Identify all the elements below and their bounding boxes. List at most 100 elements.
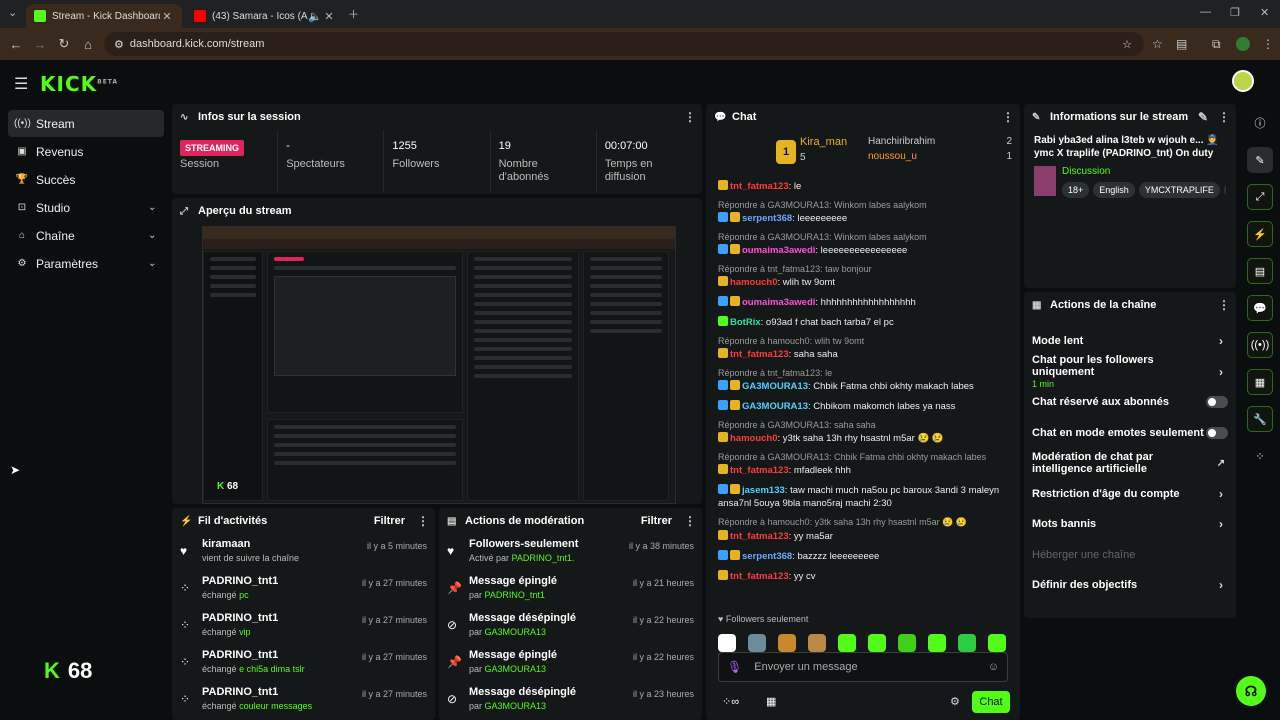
- action-followers-only[interactable]: Chat pour les followers uniquement 1 min ›: [1024, 354, 1236, 389]
- close-tab-icon[interactable]: ✕: [160, 10, 174, 23]
- chat-message[interactable]: Répondre à GA3MOURA13: Winkom labes aaly…: [718, 200, 1016, 225]
- chat-message[interactable]: BotRix: o93ad f chat bach tarba7 el pc: [718, 316, 1016, 329]
- emote[interactable]: [988, 634, 1006, 652]
- more-options-icon[interactable]: ⋮: [1218, 298, 1230, 312]
- chat-message-input[interactable]: 🎙 Envoyer un message ☺: [718, 652, 1008, 682]
- more-options-icon[interactable]: ⋮: [684, 514, 696, 528]
- chat-message[interactable]: Répondre à GA3MOURA13: Chbik Fatma chbi …: [718, 452, 1016, 477]
- chat-username[interactable]: BotRix: [730, 317, 761, 328]
- tag[interactable]: YMCXTRAPLIFE: [1138, 182, 1220, 198]
- chat-username[interactable]: tnt_fatma123: [730, 571, 789, 582]
- emote[interactable]: [868, 634, 886, 652]
- chat-settings-icon[interactable]: ⚙: [950, 695, 960, 708]
- sidebar-item-chaine[interactable]: ⌂ Chaîne ⌄: [8, 222, 164, 249]
- chat-username[interactable]: hamouch0: [730, 433, 778, 444]
- close-tab-icon[interactable]: ✕: [322, 10, 336, 23]
- emote[interactable]: [898, 634, 916, 652]
- emote[interactable]: [958, 634, 976, 652]
- info-icon[interactable]: ⓘ: [1247, 110, 1273, 136]
- browser-menu-icon[interactable]: ⋮: [1262, 37, 1274, 51]
- more-options-icon[interactable]: ⋮: [1218, 110, 1230, 124]
- chat-username[interactable]: oumaima3awedi: [742, 297, 815, 308]
- edit-stream-icon[interactable]: ✎: [1247, 147, 1273, 173]
- sidebar-item-studio[interactable]: ⊡ Studio ⌄: [8, 194, 164, 221]
- more-options-icon[interactable]: ⋮: [1002, 110, 1014, 124]
- tab-search-icon[interactable]: ⌄: [8, 6, 17, 19]
- chat-message[interactable]: jasem133: taw machi much na5ou pc baroux…: [718, 484, 1016, 510]
- moderation-log-icon[interactable]: ▤: [1247, 258, 1273, 284]
- user-avatar[interactable]: [1232, 70, 1254, 92]
- more-options-icon[interactable]: ⋮: [684, 110, 696, 124]
- gifter-name[interactable]: Hanchiribrahim: [868, 136, 1006, 147]
- emote[interactable]: [808, 634, 826, 652]
- reload-icon[interactable]: ↻: [52, 36, 76, 52]
- send-chat-button[interactable]: Chat: [972, 691, 1010, 713]
- browser-tab-kick[interactable]: Stream - Kick Dashboard ✕: [26, 4, 182, 28]
- points-icon[interactable]: ⁘: [1247, 443, 1273, 469]
- reading-list-icon[interactable]: ▤: [1176, 37, 1187, 51]
- chat-username[interactable]: tnt_fatma123: [730, 181, 789, 192]
- edit-icon[interactable]: ✎: [1198, 110, 1208, 124]
- top-gifter-name[interactable]: Kira_man: [800, 136, 862, 148]
- chat-message[interactable]: Répondre à tnt_fatma123: le GA3MOURA13: C…: [718, 368, 1016, 393]
- url-field[interactable]: ⚙ dashboard.kick.com/stream ☆: [104, 32, 1144, 56]
- gifter-name[interactable]: noussou_u: [868, 151, 1006, 162]
- chat-message[interactable]: Répondre à tnt_fatma123: taw bonjour hamo…: [718, 264, 1016, 289]
- hamburger-menu-icon[interactable]: ☰: [14, 74, 28, 94]
- chat-username[interactable]: tnt_fatma123: [730, 531, 789, 542]
- chat-username[interactable]: oumaima3awedi: [742, 245, 815, 256]
- expand-preview-icon[interactable]: ⤢: [1247, 184, 1273, 210]
- chat-message[interactable]: Répondre à hamouch0: wlih tw 9omt tnt_fat…: [718, 336, 1016, 361]
- chat-username[interactable]: tnt_fatma123: [730, 465, 789, 476]
- emote[interactable]: [778, 634, 796, 652]
- back-icon[interactable]: ←: [4, 37, 28, 52]
- emote[interactable]: [748, 634, 766, 652]
- close-window-icon[interactable]: ✕: [1260, 6, 1269, 19]
- kick-logo[interactable]: KICKBETA: [40, 72, 118, 96]
- action-banned-words[interactable]: Mots bannis ›: [1024, 509, 1236, 540]
- chat-username[interactable]: serpent368: [742, 551, 792, 562]
- chat-username[interactable]: hamouch0: [730, 277, 778, 288]
- emotes-only-toggle[interactable]: [1206, 426, 1228, 439]
- channel-actions-icon[interactable]: ▦: [1247, 369, 1273, 395]
- chat-username[interactable]: GA3MOURA13: [742, 401, 808, 412]
- chat-username[interactable]: tnt_fatma123: [730, 349, 789, 360]
- chat-message[interactable]: Répondre à GA3MOURA13: saha saha hamouch0…: [718, 420, 1016, 445]
- wrench-icon[interactable]: 🔧: [1247, 406, 1273, 432]
- sidebar-item-stream[interactable]: ((•)) Stream: [8, 110, 164, 137]
- emoji-icon[interactable]: ☺: [988, 661, 999, 673]
- emote[interactable]: [718, 634, 736, 652]
- bookmarks-icon[interactable]: ☆: [1152, 37, 1163, 51]
- chat-message[interactable]: serpent368: bazzzz leeeeeeeee: [718, 550, 1016, 563]
- tag[interactable]: English: [1093, 182, 1135, 198]
- home-icon[interactable]: ⌂: [76, 37, 100, 52]
- action-ai-moderation[interactable]: Modération de chat par intelligence arti…: [1024, 448, 1236, 479]
- chat-message[interactable]: oumaima3awedi: hhhhhhhhhhhhhhhhhh: [718, 296, 1016, 309]
- chat-username[interactable]: jasem133: [742, 485, 785, 496]
- tag[interactable]: 18+: [1062, 182, 1090, 198]
- chat-message[interactable]: Répondre à GA3MOURA13: Winkom labes aaly…: [718, 232, 1016, 257]
- bookmark-star-icon[interactable]: ☆: [1122, 38, 1132, 51]
- emote[interactable]: [838, 634, 856, 652]
- stream-preview-video[interactable]: K 68: [202, 226, 676, 504]
- help-headset-icon[interactable]: ☊: [1236, 676, 1266, 706]
- subscribers-only-toggle[interactable]: [1206, 396, 1228, 409]
- minimize-icon[interactable]: —: [1200, 6, 1211, 18]
- action-age-restriction[interactable]: Restriction d'âge du compte ›: [1024, 479, 1236, 510]
- site-info-icon[interactable]: ⚙: [114, 38, 124, 51]
- chat-username[interactable]: GA3MOURA13: [742, 381, 808, 392]
- sidebar-item-revenus[interactable]: ▣ Revenus: [8, 138, 164, 165]
- more-options-icon[interactable]: ⋮: [417, 514, 429, 528]
- chat-message[interactable]: tnt_fatma123: le: [718, 180, 1016, 193]
- sidebar-item-succes[interactable]: 🏆 Succès: [8, 166, 164, 193]
- tag[interactable]: g: [1223, 182, 1226, 198]
- filter-button[interactable]: Filtrer: [374, 515, 405, 527]
- filter-button[interactable]: Filtrer: [641, 515, 672, 527]
- activity-bolt-icon[interactable]: ⚡: [1247, 221, 1273, 247]
- points-infinity-icon[interactable]: ⁘∞: [722, 695, 739, 708]
- chat-bubble-icon[interactable]: 💬: [1247, 295, 1273, 321]
- chat-message[interactable]: Répondre à hamouch0: y3tk saha 13h rhy h…: [718, 517, 1016, 543]
- category-name[interactable]: Discussion: [1062, 166, 1226, 177]
- new-tab-icon[interactable]: ＋: [348, 6, 359, 22]
- sidebar-item-parametres[interactable]: ⚙ Paramètres ⌄: [8, 250, 164, 277]
